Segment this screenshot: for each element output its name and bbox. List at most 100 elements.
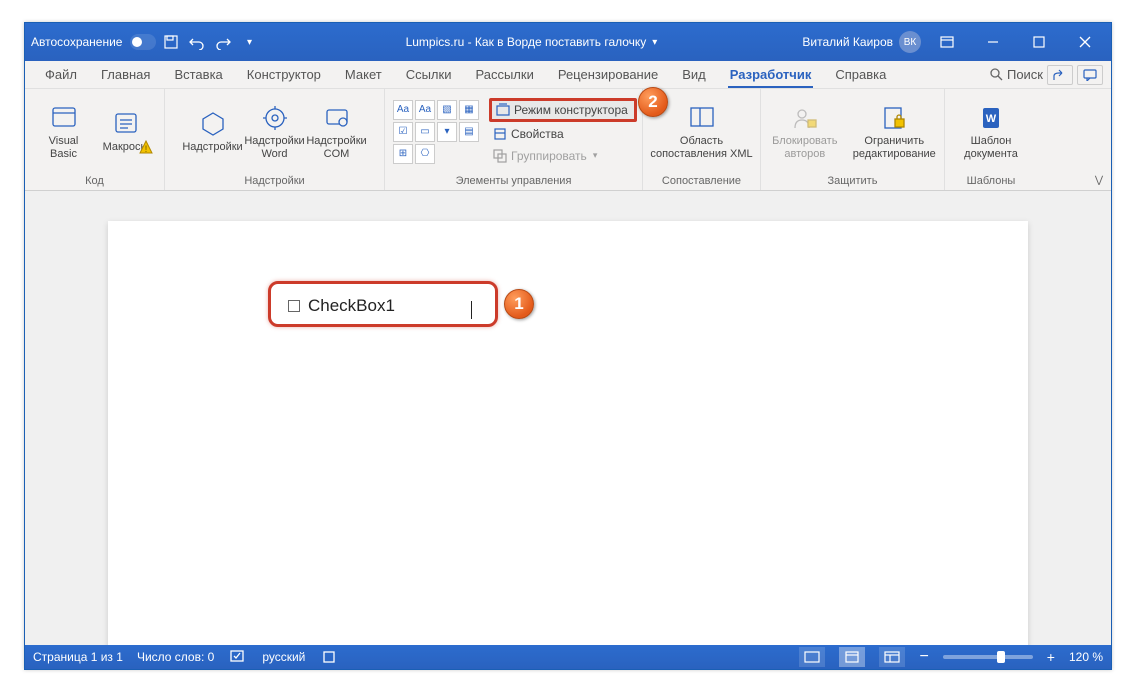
controls-gallery[interactable]: Aa Aa ▧ ▦ ☑ ▭ ▾ ▤ ⊞ ⎔ (393, 100, 479, 164)
tab-layout[interactable]: Макет (333, 61, 394, 88)
group-mapping-label: Сопоставление (647, 172, 756, 190)
tab-help[interactable]: Справка (823, 61, 898, 88)
zoom-thumb[interactable] (997, 651, 1005, 663)
tab-mailings[interactable]: Рассылки (463, 61, 545, 88)
xml-mapping-icon (687, 103, 717, 133)
word-addins-icon (260, 103, 290, 133)
ribbon-display-icon[interactable] (927, 23, 967, 61)
visual-basic-label: Visual Basic (35, 135, 93, 160)
qat-dropdown-icon[interactable]: ▾ (238, 31, 260, 53)
tab-developer[interactable]: Разработчик (718, 61, 824, 88)
visual-basic-button[interactable]: Visual Basic (35, 94, 93, 170)
autosave-label: Автосохранение (31, 35, 122, 49)
document-page[interactable]: CheckBox1 1 (108, 221, 1028, 645)
tab-insert[interactable]: Вставка (162, 61, 234, 88)
control-buildingblock-icon[interactable]: ▦ (459, 100, 479, 120)
status-words[interactable]: Число слов: 0 (137, 650, 214, 664)
svg-text:!: ! (144, 144, 147, 154)
restrict-editing-button[interactable]: Ограничить редактирование (849, 94, 940, 170)
restrict-editing-label: Ограничить редактирование (849, 135, 940, 160)
user-name: Виталий Каиров (802, 35, 893, 49)
properties-icon (493, 127, 507, 141)
collapse-ribbon-icon[interactable]: ⋁ (1091, 172, 1107, 188)
minimize-button[interactable] (973, 23, 1013, 61)
group-addins-label: Надстройки (169, 172, 380, 190)
status-page[interactable]: Страница 1 из 1 (33, 650, 123, 664)
search-box[interactable]: Поиск (990, 67, 1043, 82)
view-print-layout-icon[interactable] (839, 647, 865, 667)
xml-mapping-label: Область сопоставления XML (648, 135, 756, 160)
view-focus-icon[interactable] (799, 647, 825, 667)
maximize-button[interactable] (1019, 23, 1059, 61)
zoom-slider[interactable] (943, 655, 1033, 659)
tab-file[interactable]: Файл (33, 61, 89, 88)
macros-icon (111, 109, 141, 139)
status-bar: Страница 1 из 1 Число слов: 0 русский − … (25, 645, 1111, 669)
ribbon-tabs: Файл Главная Вставка Конструктор Макет С… (25, 61, 1111, 89)
control-checkbox-icon[interactable]: ☑ (393, 122, 413, 142)
document-template-label: Шаблон документа (950, 135, 1032, 160)
document-template-button[interactable]: W Шаблон документа (950, 94, 1032, 170)
group-code: Visual Basic Макросы ! Код (25, 89, 165, 190)
zoom-out-button[interactable]: − (919, 648, 928, 666)
design-mode-button[interactable]: Режим конструктора (489, 98, 637, 122)
group-protect-label: Защитить (765, 172, 940, 190)
share-button[interactable] (1047, 65, 1073, 85)
block-authors-button: Блокировать авторов (765, 94, 845, 170)
group-button: Группировать ▾ (489, 146, 637, 166)
document-template-icon: W (976, 103, 1006, 133)
spellcheck-icon[interactable] (228, 647, 248, 667)
title-bar: Автосохранение ▾ Lumpics.ru - Как в Ворд… (25, 23, 1111, 61)
zoom-in-button[interactable]: + (1047, 649, 1055, 665)
search-icon (990, 68, 1003, 81)
word-addins-button[interactable]: Надстройки Word (246, 94, 304, 170)
control-plaintext-icon[interactable]: Aa (415, 100, 435, 120)
com-addins-button[interactable]: Надстройки COM (308, 94, 366, 170)
tab-review[interactable]: Рецензирование (546, 61, 670, 88)
group-templates-label: Шаблоны (949, 172, 1033, 190)
group-templates: W Шаблон документа Шаблоны (945, 89, 1037, 190)
redo-icon[interactable] (212, 31, 234, 53)
group-code-label: Код (29, 172, 160, 190)
control-richtext-icon[interactable]: Aa (393, 100, 413, 120)
close-button[interactable] (1065, 23, 1105, 61)
title-dropdown-icon[interactable]: ▾ (652, 37, 657, 48)
app-window: Автосохранение ▾ Lumpics.ru - Как в Ворд… (24, 22, 1112, 670)
addins-label: Надстройки (182, 141, 242, 154)
zoom-level[interactable]: 120 % (1069, 650, 1103, 664)
status-language[interactable]: русский (262, 650, 305, 664)
control-repeating-icon[interactable]: ⊞ (393, 144, 413, 164)
vertical-scrollbar[interactable] (1095, 191, 1111, 645)
control-picture-icon[interactable]: ▧ (437, 100, 457, 120)
group-controls: Aa Aa ▧ ▦ ☑ ▭ ▾ ▤ ⊞ ⎔ Режим конструктора (385, 89, 643, 190)
addins-icon (198, 109, 228, 139)
svg-text:W: W (986, 113, 997, 125)
tab-home[interactable]: Главная (89, 61, 162, 88)
undo-icon[interactable] (186, 31, 208, 53)
addins-button[interactable]: Надстройки (184, 94, 242, 170)
control-dropdown-icon[interactable]: ▾ (437, 122, 457, 142)
tab-references[interactable]: Ссылки (394, 61, 464, 88)
view-web-layout-icon[interactable] (879, 647, 905, 667)
macro-recording-icon[interactable] (319, 647, 339, 667)
word-addins-label: Надстройки Word (244, 135, 304, 160)
autosave-toggle[interactable] (130, 34, 156, 50)
callout-badge-1: 1 (504, 289, 534, 319)
user-avatar[interactable]: ВК (899, 31, 921, 53)
control-legacy-icon[interactable]: ⎔ (415, 144, 435, 164)
control-datepicker-icon[interactable]: ▤ (459, 122, 479, 142)
macros-button[interactable]: Макросы ! (97, 94, 155, 170)
group-protect: Блокировать авторов Ограничить редактиро… (761, 89, 945, 190)
tab-design[interactable]: Конструктор (235, 61, 333, 88)
comment-icon (1083, 69, 1097, 81)
restrict-editing-icon (879, 103, 909, 133)
comments-button[interactable] (1077, 65, 1103, 85)
tab-view[interactable]: Вид (670, 61, 718, 88)
properties-button[interactable]: Свойства (489, 124, 637, 144)
save-icon[interactable] (160, 31, 182, 53)
visual-basic-icon (49, 103, 79, 133)
search-label: Поиск (1007, 67, 1043, 82)
group-button-label: Группировать (511, 149, 587, 163)
callout-badge-2: 2 (638, 87, 668, 117)
control-combobox-icon[interactable]: ▭ (415, 122, 435, 142)
